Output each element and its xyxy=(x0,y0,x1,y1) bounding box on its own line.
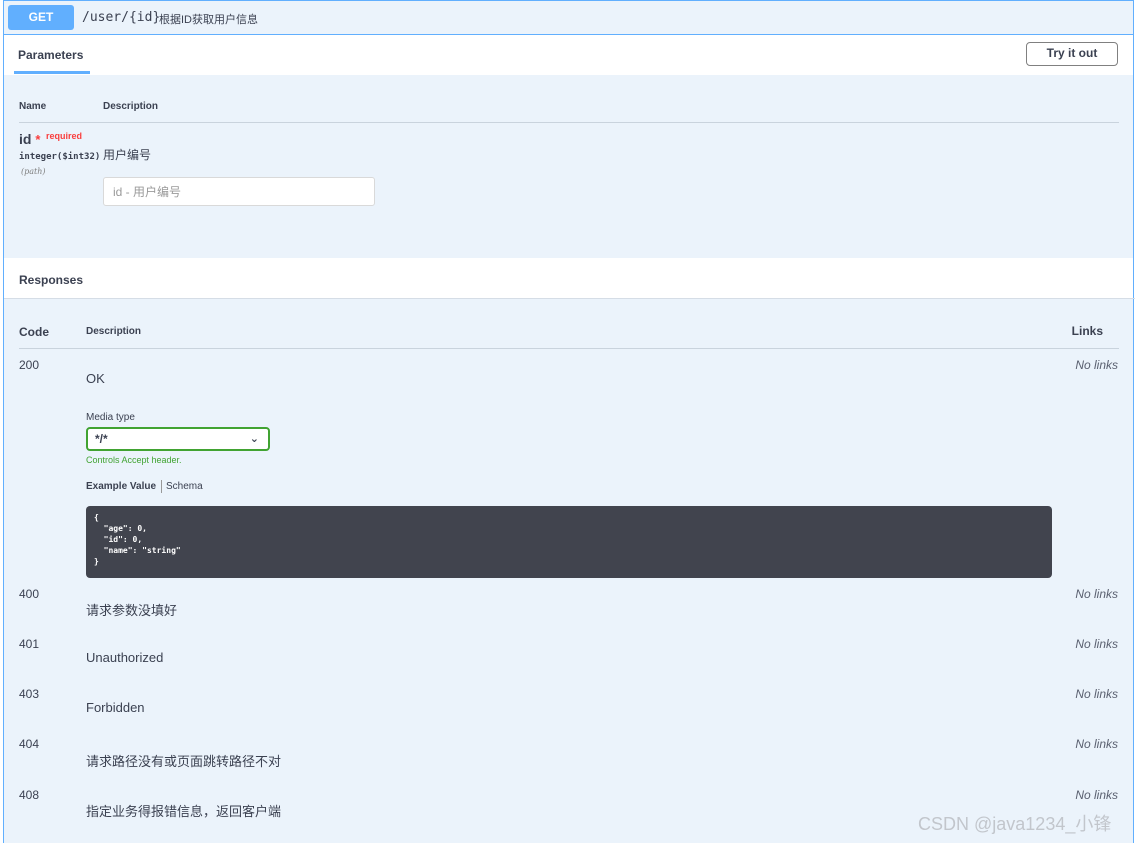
required-label: required xyxy=(46,131,83,141)
operation-summary-text: 根据ID获取用户信息 xyxy=(159,14,258,26)
param-name: id * xyxy=(19,131,41,147)
param-type: integer($int32) xyxy=(19,152,101,162)
operation-summary[interactable]: GET /user/{id} 根据ID获取用户信息 xyxy=(4,1,1133,35)
operation-path: /user/{id} xyxy=(82,10,161,25)
column-header-description: Description xyxy=(86,326,142,337)
column-header-name: Name xyxy=(19,101,47,112)
response-links: No links xyxy=(1075,358,1118,372)
media-type-label: Media type xyxy=(86,412,135,423)
param-description: 用户编号 xyxy=(103,148,152,162)
tab-parameters[interactable]: Parameters xyxy=(18,48,83,62)
response-code: 200 xyxy=(19,358,40,372)
response-links: No links xyxy=(1075,687,1118,701)
parameters-header: Parameters Try it out xyxy=(4,35,1133,75)
tab-active-indicator xyxy=(14,71,90,74)
operation-block: GET /user/{id} 根据ID获取用户信息 Parameters Try… xyxy=(3,0,1135,843)
http-method-badge: GET xyxy=(8,5,74,30)
try-it-out-button[interactable]: Try it out xyxy=(1026,42,1118,66)
section-divider xyxy=(4,298,1135,299)
response-description: OK xyxy=(86,371,105,386)
chevron-down-icon: ⌄ xyxy=(249,433,259,445)
response-code: 403 xyxy=(19,687,40,701)
param-id-input[interactable] xyxy=(103,177,375,206)
example-value-code: { "age": 0, "id": 0, "name": "string" } xyxy=(86,506,1052,578)
response-description: Unauthorized xyxy=(86,650,164,665)
tab-separator xyxy=(161,480,162,493)
response-description: Forbidden xyxy=(86,700,145,715)
response-links: No links xyxy=(1075,587,1118,601)
responses-header: Responses xyxy=(4,258,1133,298)
param-location: (path) xyxy=(21,167,46,176)
response-links: No links xyxy=(1075,637,1118,651)
response-description: 指定业务得报错信息，返回客户端 xyxy=(86,804,282,819)
response-code: 401 xyxy=(19,637,40,651)
tab-schema[interactable]: Schema xyxy=(166,481,203,492)
response-description: 请求路径没有或页面跳转路径不对 xyxy=(86,754,282,769)
column-header-code: Code xyxy=(19,325,49,339)
media-type-select[interactable]: */* ⌄ xyxy=(86,427,270,451)
response-code: 400 xyxy=(19,587,40,601)
column-header-description: Description xyxy=(103,101,159,112)
watermark: CSDN @java1234_小锋 xyxy=(918,814,1112,834)
response-code: 408 xyxy=(19,788,40,802)
response-links: No links xyxy=(1075,737,1118,751)
table-divider xyxy=(19,122,1119,123)
required-star: * xyxy=(35,132,41,147)
response-links: No links xyxy=(1075,788,1118,802)
responses-title: Responses xyxy=(19,273,84,287)
response-code: 404 xyxy=(19,737,40,751)
controls-accept-note: Controls Accept header. xyxy=(86,455,182,465)
response-description: 请求参数没填好 xyxy=(86,603,178,618)
table-divider xyxy=(19,348,1119,349)
column-header-links: Links xyxy=(1071,324,1103,338)
tab-example-value[interactable]: Example Value xyxy=(86,481,156,492)
